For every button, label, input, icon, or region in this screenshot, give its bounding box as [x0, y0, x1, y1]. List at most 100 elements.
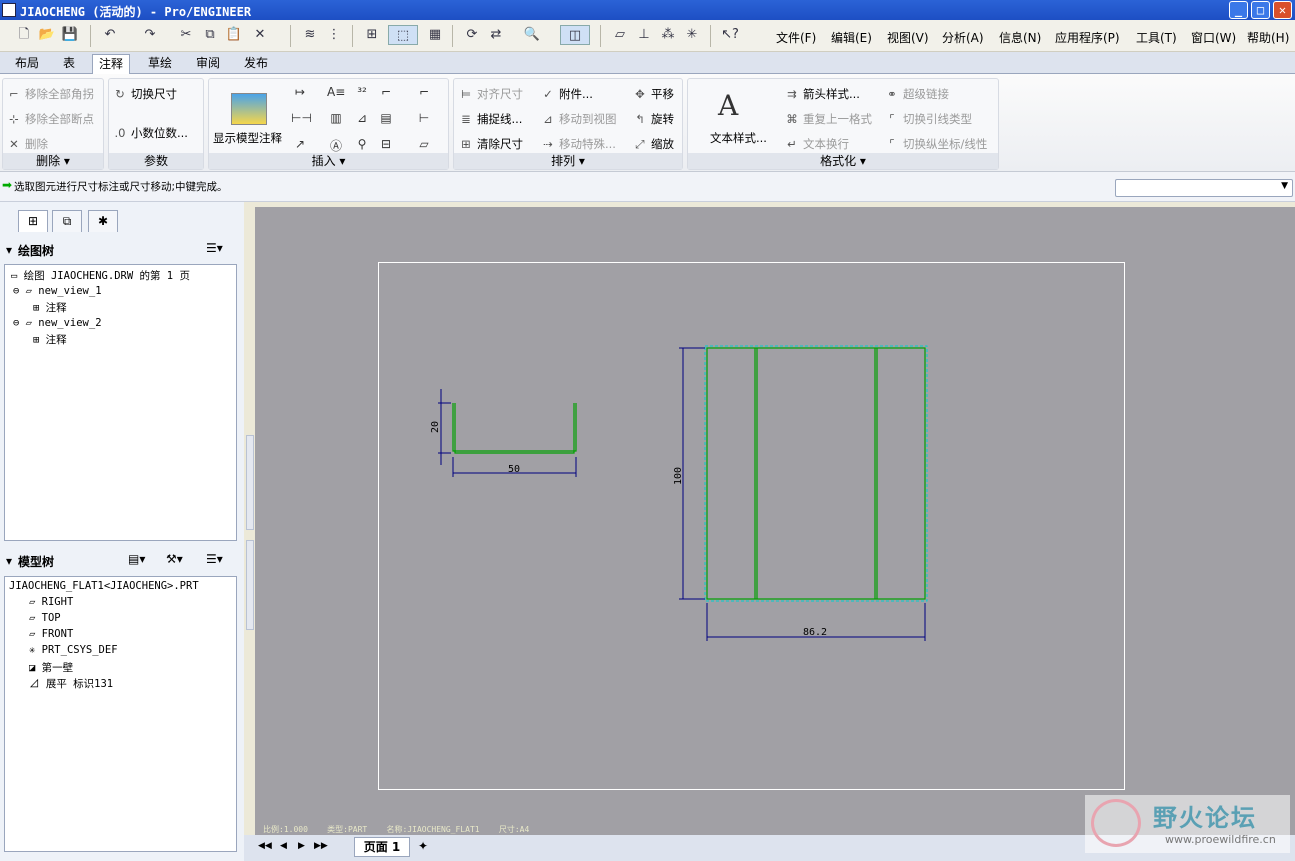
last-page-icon[interactable]: ▶▶ [314, 841, 328, 851]
reference-dim-icon[interactable]: ⌐ [377, 85, 395, 99]
zoom-icon[interactable]: 🔍 [522, 25, 542, 45]
datum-planes-icon[interactable]: ▱ [610, 25, 630, 45]
collapse-icon[interactable]: ▾ [6, 243, 12, 257]
tree-node-view2-annotations[interactable]: ⊞ 注释 [33, 332, 67, 347]
refresh-icon[interactable]: ⇄ [486, 25, 506, 45]
show-model-annotations-button[interactable]: 显示模型注释 [213, 130, 282, 146]
cleanup-dimensions-button[interactable]: ⊞ 清除尺寸 [458, 136, 523, 152]
tree-node-front[interactable]: ▱ FRONT [29, 628, 73, 640]
tree-node-view1-annotations[interactable]: ⊞ 注释 [33, 300, 67, 315]
tab-layout[interactable]: 布局 [6, 54, 48, 74]
menu-applications[interactable]: 应用程序(P) [1055, 29, 1120, 46]
tree-icon[interactable]: ⋮ [324, 25, 344, 45]
datum-points-icon[interactable]: ⁂ [658, 25, 678, 45]
datum-target-icon[interactable]: ▱ [415, 137, 433, 151]
toggle-leader-type-button[interactable]: ⌜ 切换引线类型 [884, 111, 972, 127]
tree-node-view2[interactable]: ⊖ ▱ new_view_2 [13, 317, 102, 329]
tree-node-view1[interactable]: ⊖ ▱ new_view_1 [13, 285, 102, 297]
close-button[interactable]: ✕ [1273, 1, 1292, 19]
paste-icon[interactable]: 📋 [224, 25, 244, 45]
group-format-label[interactable]: 格式化 ▾ [688, 153, 998, 169]
tree-node-right[interactable]: ▱ RIGHT [29, 596, 73, 608]
find-icon[interactable]: ⊞ [362, 25, 382, 45]
dim-view1-width[interactable]: 50 [508, 464, 520, 475]
group-arrange-label[interactable]: 排列 ▾ [454, 153, 682, 169]
tree-node-top[interactable]: ▱ TOP [29, 612, 61, 624]
filter-select[interactable]: ▼ [1115, 179, 1293, 197]
view2-dimensions[interactable] [679, 347, 926, 641]
graphics-window[interactable]: 20 50 100 86.2 比例:1.000 类型:PART 名称:JIAOC… [255, 207, 1295, 835]
redo-icon[interactable]: ↷ [140, 25, 160, 45]
arrow-style-button[interactable]: ⇉ 箭头样式... [784, 86, 860, 102]
menu-edit[interactable]: 编辑(E) [831, 29, 872, 46]
jog-icon[interactable]: ⌐ [415, 85, 433, 99]
scale-button[interactable]: ⤢ 缩放 [632, 136, 674, 152]
delete-button[interactable]: ✕ 删除 [6, 136, 48, 152]
tab-sketch[interactable]: 草绘 [140, 54, 180, 74]
dim-view2-width[interactable]: 86.2 [803, 627, 827, 638]
note-icon[interactable]: A≡ [327, 85, 345, 99]
move-to-view-button[interactable]: ⊿ 移动到视图 [540, 111, 616, 127]
symbol-icon[interactable]: ▤ [377, 111, 395, 125]
group-insert-label[interactable]: 插入 ▾ [209, 153, 448, 169]
ordinate-icon[interactable]: ³² [353, 85, 371, 99]
view1-geometry[interactable] [452, 403, 577, 454]
text-wrap-button[interactable]: ↵ 文本换行 [784, 136, 849, 152]
pane-splitter[interactable] [246, 540, 254, 630]
new-page-icon[interactable]: ✦ [418, 839, 428, 853]
info-icon[interactable]: ▦ [425, 25, 445, 45]
collapse-icon[interactable]: ▾ [6, 554, 12, 568]
hyperlink-button[interactable]: ⚭ 超级链接 [884, 86, 949, 102]
tab-model-tree-icon[interactable]: ⊞ [18, 210, 48, 232]
settings-icon[interactable]: ⚒▾ [166, 552, 183, 566]
new-file-icon[interactable]: 🗋 [14, 25, 34, 45]
tree-settings-icon[interactable]: ☰▾ [206, 552, 223, 566]
toggle-dimension-button[interactable]: ↻ 切换尺寸 [112, 86, 177, 102]
balloon-icon[interactable]: Ⓐ [327, 137, 345, 154]
tree-node-first-wall[interactable]: ◪ 第一壁 [29, 660, 73, 675]
tree-settings-icon[interactable]: ☰▾ [206, 241, 223, 255]
toggle-ordinate-linear-button[interactable]: ⌜ 切换纵坐标/线性 [884, 136, 987, 152]
save-icon[interactable]: 💾 [60, 25, 80, 45]
break-icon[interactable]: ⊢ [415, 111, 433, 125]
display-style-icon[interactable]: ◫ [560, 25, 590, 45]
tree-node-flatten[interactable]: ⊿ 展平 标识131 [29, 676, 113, 691]
csys-icon[interactable]: ✳ [682, 25, 702, 45]
surface-finish-icon[interactable]: ⊿ [353, 111, 371, 125]
repeat-last-format-button[interactable]: ⌘ 重复上一格式 [784, 111, 872, 127]
minimize-button[interactable]: _ [1229, 1, 1248, 19]
page-tab-1[interactable]: 页面 1 [354, 837, 410, 857]
next-page-icon[interactable]: ▶ [298, 841, 305, 851]
tab-publish[interactable]: 发布 [236, 54, 276, 74]
view1-dimensions[interactable] [438, 389, 577, 477]
view2-geometry[interactable] [706, 347, 926, 600]
layers-icon[interactable]: ≋ [300, 25, 320, 45]
decimal-places-button[interactable]: .0 小数位数... [112, 125, 188, 141]
tab-table[interactable]: 表 [52, 54, 86, 74]
attachment-button[interactable]: ✓ 附件... [540, 86, 593, 102]
weld-icon[interactable]: ⚲ [353, 137, 371, 151]
tab-annotate[interactable]: 注释 [92, 54, 130, 74]
tab-favorites-icon[interactable]: ✱ [88, 210, 118, 232]
maximize-button[interactable]: □ [1251, 1, 1270, 19]
remove-all-breaks-button[interactable]: ⊹ 移除全部断点 [6, 111, 94, 127]
pan-button[interactable]: ✥ 平移 [632, 86, 674, 102]
tree-node-csys[interactable]: ✳ PRT_CSYS_DEF [29, 644, 118, 656]
tree-node-drawing[interactable]: ▭ 绘图 JIAOCHENG.DRW 的第 1 页 [11, 268, 190, 283]
delete-icon[interactable]: ✕ [250, 25, 270, 45]
pane-splitter[interactable] [246, 435, 254, 530]
text-style-button[interactable]: 文本样式... [710, 130, 767, 146]
copy-icon[interactable]: ⧉ [200, 25, 220, 45]
group-delete-label[interactable]: 删除 ▾ [3, 153, 103, 169]
dim-view1-height[interactable]: 20 [430, 421, 441, 433]
prev-page-icon[interactable]: ◀ [280, 841, 287, 851]
cut-icon[interactable]: ✂ [176, 25, 196, 45]
dimension-icon[interactable]: ↦ [291, 85, 309, 99]
dim-view2-height[interactable]: 100 [673, 467, 684, 485]
tree-node-part[interactable]: JIAOCHENG_FLAT1<JIAOCHENG>.PRT [9, 580, 199, 592]
open-file-icon[interactable]: 📂 [37, 25, 57, 45]
menu-help[interactable]: 帮助(H) [1247, 29, 1289, 46]
move-special-button[interactable]: ⇢ 移动特殊... [540, 136, 616, 152]
context-help-icon[interactable]: ↖? [720, 25, 740, 45]
datum-axes-icon[interactable]: ⊥ [634, 25, 654, 45]
